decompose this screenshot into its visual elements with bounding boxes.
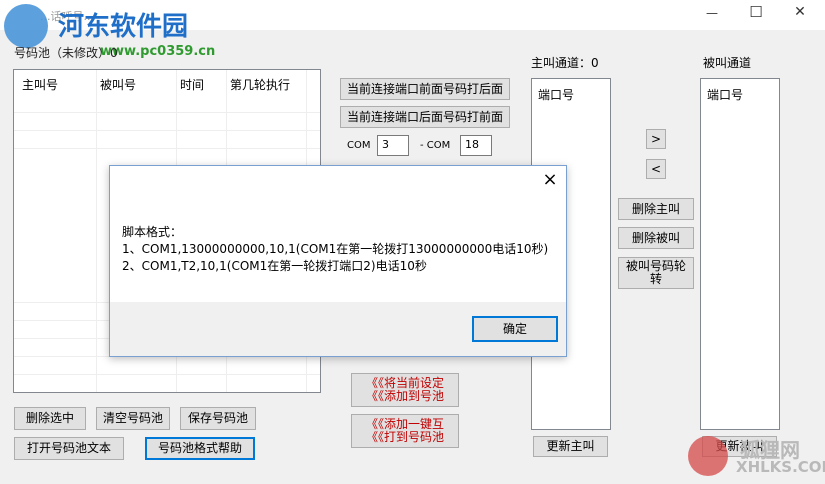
com-from-input[interactable]: 3 [377, 135, 409, 156]
callee-port-column: 端口号 [707, 88, 744, 102]
column-header-caller[interactable]: 主叫号 [22, 76, 58, 93]
save-pool-button[interactable]: 保存号码池 [180, 407, 256, 430]
row-line [14, 374, 320, 375]
ok-button[interactable]: 确定 [472, 316, 558, 342]
column-header-round[interactable]: 第几轮执行 [230, 76, 290, 93]
move-right-button[interactable]: > [646, 129, 666, 149]
callee-port-list[interactable]: 端口号 [700, 78, 780, 430]
caller-port-column: 端口号 [538, 88, 575, 102]
dial-front-to-back-button[interactable]: 当前连接端口前面号码打后面 [340, 78, 510, 100]
delete-selected-button[interactable]: 删除选中 [14, 407, 86, 430]
com-label-from: COM [347, 140, 371, 151]
rotate-callee-button[interactable]: 被叫号码轮 转 [618, 257, 694, 289]
watermark-title: 河东软件园 [58, 12, 189, 42]
add-setting-to-pool-button[interactable]: 《《将当前设定 《《添加到号池 [351, 373, 459, 407]
refresh-caller-button[interactable]: 更新主叫 [533, 436, 608, 457]
watermark-fox-icon [688, 436, 728, 476]
maximize-button[interactable]: ☐ [744, 3, 768, 21]
move-left-button[interactable]: < [646, 159, 666, 179]
format-help-dialog: × 脚本格式： 1、COM1,13000000000,10,1(COM1在第一轮… [109, 165, 567, 357]
add-one-click-to-pool-button[interactable]: 《《添加一键互 《《打到号码池 [351, 414, 459, 448]
com-label-to: - COM [420, 140, 451, 151]
dialog-close-button[interactable]: × [538, 168, 562, 192]
pool-label: 号码池（未修改）0 [14, 46, 118, 60]
minimize-button[interactable]: — [700, 6, 724, 20]
dialog-heading: 脚本格式： [122, 225, 183, 239]
watermark-bottom-url: XHLKS.COM [736, 458, 825, 476]
close-window-button[interactable]: ✕ [788, 4, 812, 20]
caller-channel-label: 主叫通道：0 [531, 56, 599, 70]
open-pool-file-button[interactable]: 打开号码池文本 [14, 437, 124, 460]
com-to-input[interactable]: 18 [460, 135, 492, 156]
dialog-example-2: 2、COM1,T2,10,1(COM1在第一轮拨打端口2)电话10秒 [122, 259, 427, 273]
column-divider [96, 70, 97, 392]
column-header-callee[interactable]: 被叫号 [100, 76, 136, 93]
delete-caller-button[interactable]: 删除主叫 [618, 198, 694, 220]
pool-format-help-button[interactable]: 号码池格式帮助 [145, 437, 255, 460]
clear-pool-button[interactable]: 清空号码池 [96, 407, 170, 430]
dialog-example-1: 1、COM1,13000000000,10,1(COM1在第一轮拨打130000… [122, 242, 549, 256]
row-line [14, 112, 320, 113]
delete-callee-button[interactable]: 删除被叫 [618, 227, 694, 249]
column-header-time[interactable]: 时间 [180, 76, 204, 93]
row-line [14, 148, 320, 149]
watermark-logo-icon [4, 4, 48, 48]
dial-back-to-front-button[interactable]: 当前连接端口后面号码打前面 [340, 106, 510, 128]
row-line [14, 130, 320, 131]
callee-channel-label: 被叫通道 [703, 56, 752, 70]
dialog-footer: 确定 [110, 302, 566, 356]
